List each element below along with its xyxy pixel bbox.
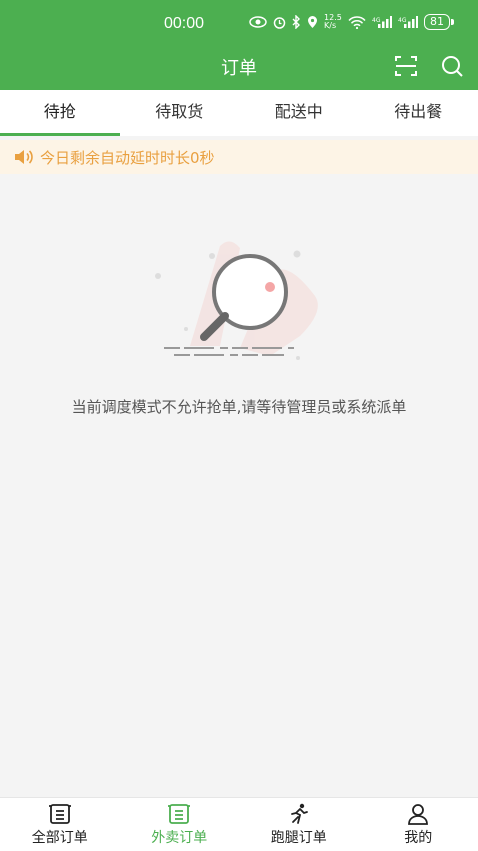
location-icon xyxy=(307,15,318,29)
signal-icon-2: 4G xyxy=(398,16,418,28)
empty-state-message: 当前调度模式不允许抢单,请等待管理员或系统派单 xyxy=(0,396,478,417)
tab-delivering[interactable]: 配送中 xyxy=(239,90,359,136)
magnifier-empty-illustration xyxy=(150,236,330,376)
list-icon xyxy=(48,803,72,825)
scan-icon[interactable] xyxy=(394,54,418,78)
signal-icon: 4G xyxy=(372,16,392,28)
notice-text: 今日剩余自动延时时长0秒 xyxy=(40,147,215,168)
runner-icon xyxy=(287,803,311,825)
tab-awaiting-meal[interactable]: 待出餐 xyxy=(359,90,478,136)
status-bar: 00:00 12.5 K/s 4G 4G 81 xyxy=(0,0,478,46)
tab-awaiting-pickup[interactable]: 待取货 xyxy=(120,90,240,136)
order-status-tabs: 待抢 待取货 配送中 待出餐 xyxy=(0,90,478,136)
tab-pending-grab[interactable]: 待抢 xyxy=(0,90,120,136)
nav-all-orders[interactable]: 全部订单 xyxy=(0,798,120,851)
battery-indicator: 81 xyxy=(424,14,450,30)
eye-icon xyxy=(249,16,267,28)
net-speed: 12.5 K/s xyxy=(324,14,342,30)
status-icons: 12.5 K/s 4G 4G 81 xyxy=(249,14,450,30)
app-header: 00:00 12.5 K/s 4G 4G 81 订单 xyxy=(0,0,478,90)
alarm-icon xyxy=(273,16,286,29)
list-icon xyxy=(167,803,191,825)
notice-bar: 今日剩余自动延时时长0秒 xyxy=(0,140,478,174)
nav-mine[interactable]: 我的 xyxy=(359,798,478,851)
nav-errand-orders[interactable]: 跑腿订单 xyxy=(239,798,359,851)
user-icon xyxy=(406,803,430,825)
search-icon[interactable] xyxy=(440,54,464,78)
speaker-icon xyxy=(14,149,34,165)
svg-text:4G: 4G xyxy=(398,17,407,24)
wifi-icon xyxy=(348,16,366,29)
nav-takeout-orders[interactable]: 外卖订单 xyxy=(120,798,240,851)
svg-text:4G: 4G xyxy=(372,17,381,24)
status-time: 00:00 xyxy=(164,15,204,33)
bluetooth-icon xyxy=(292,15,301,29)
bottom-nav: 全部订单 外卖订单 跑腿订单 我的 xyxy=(0,797,478,851)
